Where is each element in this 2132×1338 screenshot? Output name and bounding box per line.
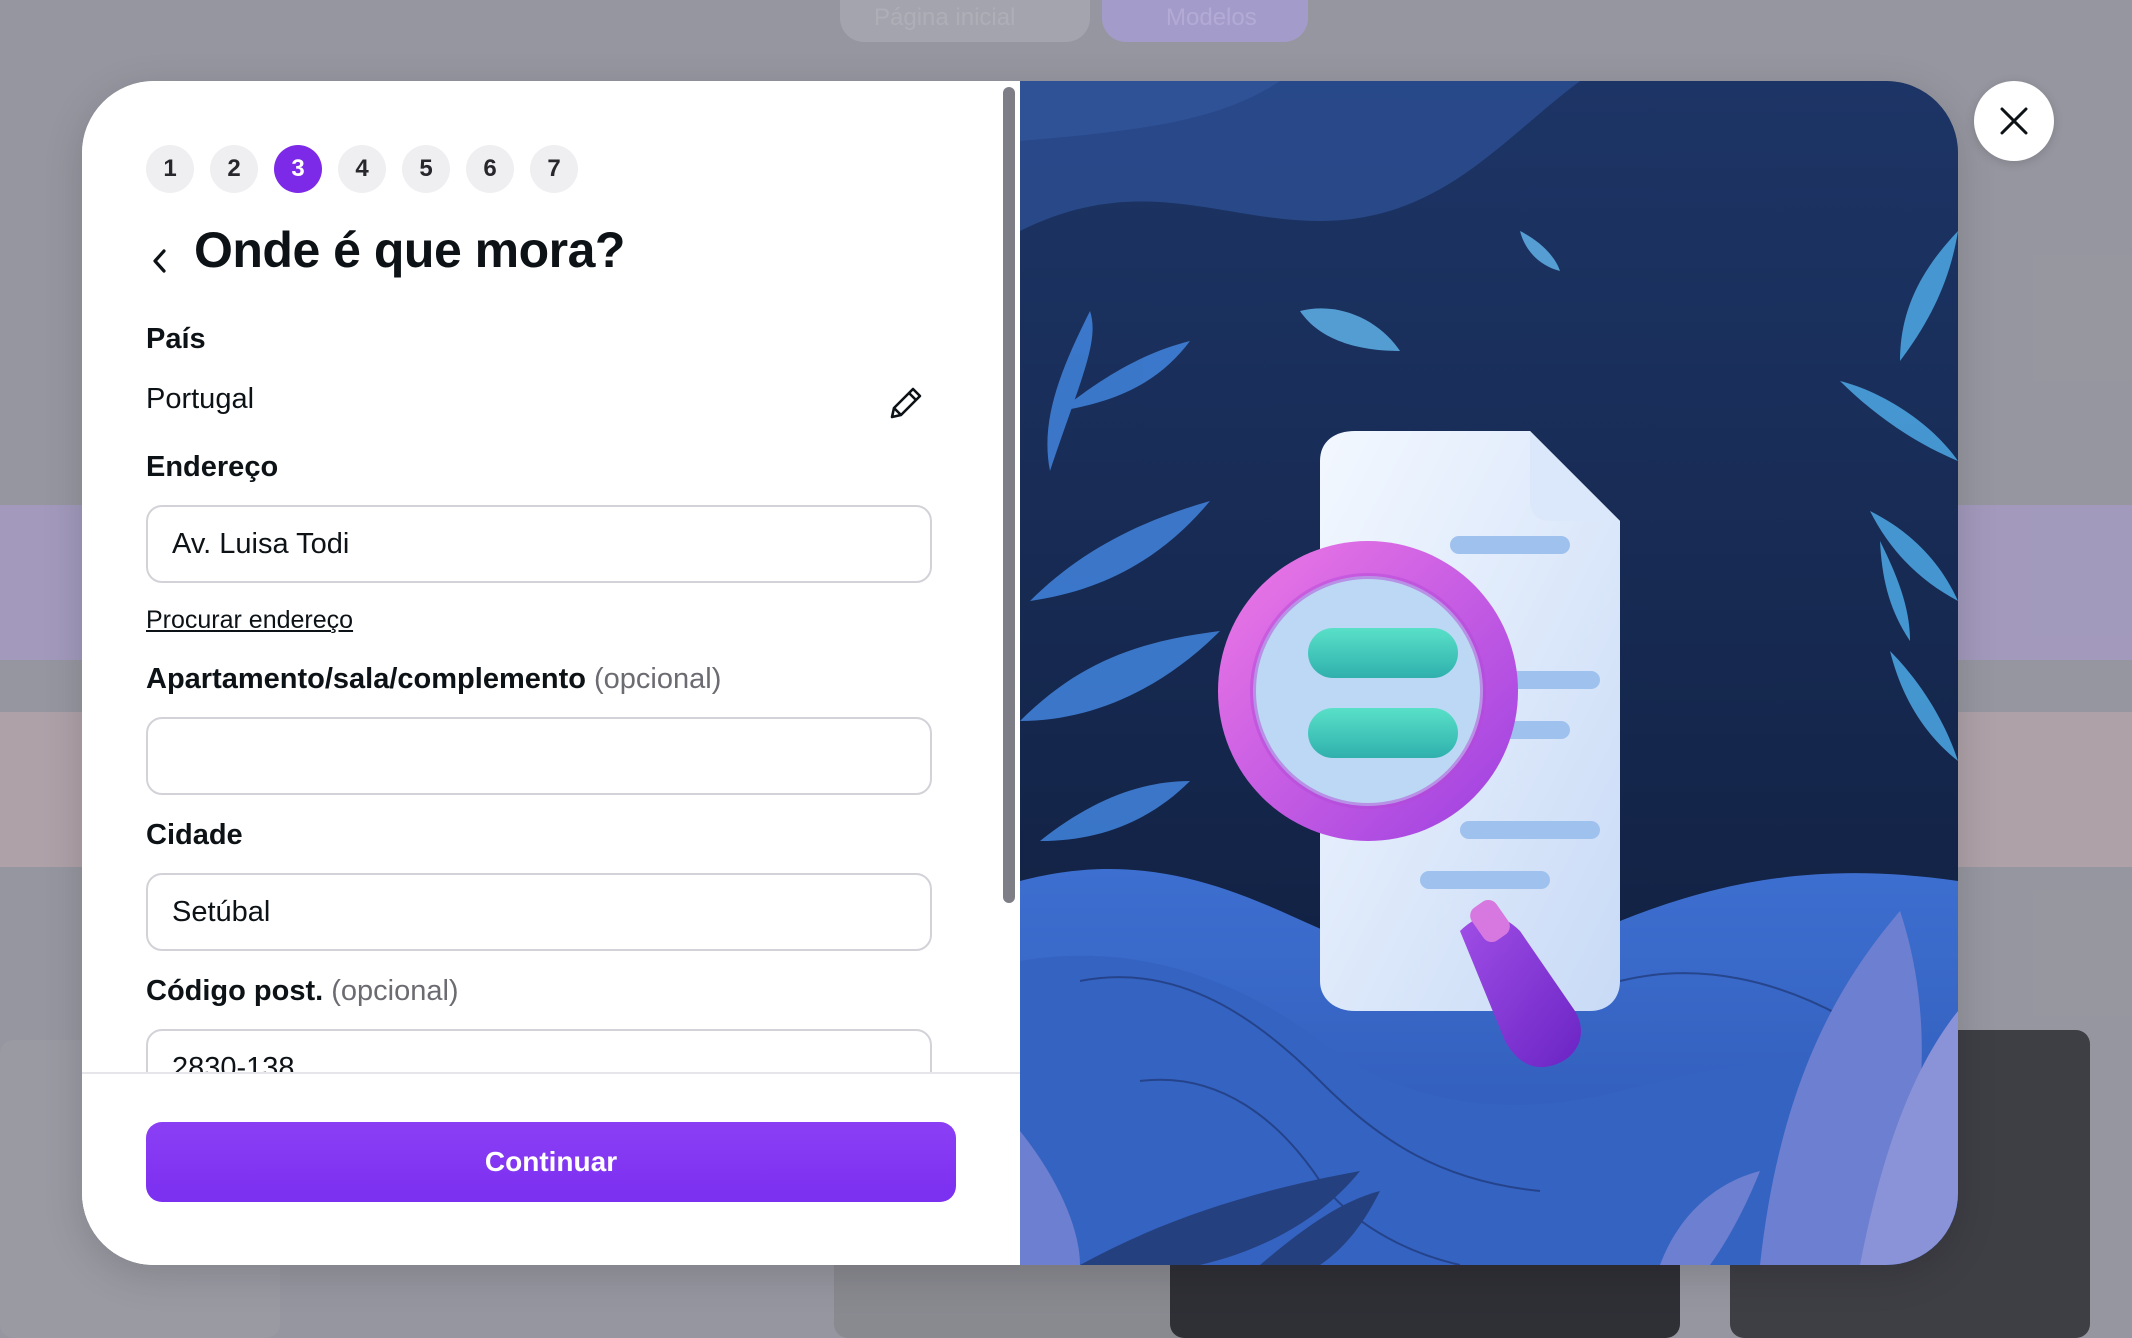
form-panel: 1 2 3 4 5 6 7 Onde é que mora? País Port… [82,81,1020,1265]
step-7: 7 [530,145,578,193]
address-modal: 1 2 3 4 5 6 7 Onde é que mora? País Port… [82,81,1958,1265]
close-icon [2000,107,2028,135]
apartment-input[interactable] [146,717,932,795]
step-1: 1 [146,145,194,193]
apartment-label: Apartamento/sala/complemento (opcional) [146,663,721,696]
pencil-icon [890,387,922,419]
apartment-label-text: Apartamento/sala/complemento [146,663,586,695]
optional-tag: (opcional) [594,663,722,695]
close-button[interactable] [1974,81,2054,161]
country-value: Portugal [146,383,255,415]
step-2: 2 [210,145,258,193]
page-title: Onde é que mora? [194,222,625,278]
city-label: Cidade [146,819,243,851]
country-label: País [146,323,206,355]
address-label: Endereço [146,451,279,483]
step-5: 5 [402,145,450,193]
optional-tag: (opcional) [331,975,459,1007]
postal-code-label: Código post. (opcional) [146,975,459,1008]
address-input[interactable] [146,505,932,583]
continue-button[interactable]: Continuar [146,1122,956,1202]
postal-code-input[interactable] [146,1029,932,1072]
step-4: 4 [338,145,386,193]
modal-footer: Continuar [82,1072,1020,1265]
form-scroll-area[interactable]: 1 2 3 4 5 6 7 Onde é que mora? País Port… [82,81,1020,1072]
chevron-left-icon [153,249,166,273]
lookup-address-link[interactable]: Procurar endereço [146,606,353,635]
stepper: 1 2 3 4 5 6 7 [146,145,578,193]
back-button[interactable] [140,233,180,289]
postal-code-label-text: Código post. [146,975,324,1007]
city-input[interactable] [146,873,932,951]
illustration-panel [1020,81,1958,1265]
scrollbar-thumb[interactable] [1003,87,1015,903]
step-6: 6 [466,145,514,193]
edit-country-button[interactable] [882,379,930,427]
step-3-current: 3 [274,145,322,193]
document-search-illustration [1020,81,1958,1265]
